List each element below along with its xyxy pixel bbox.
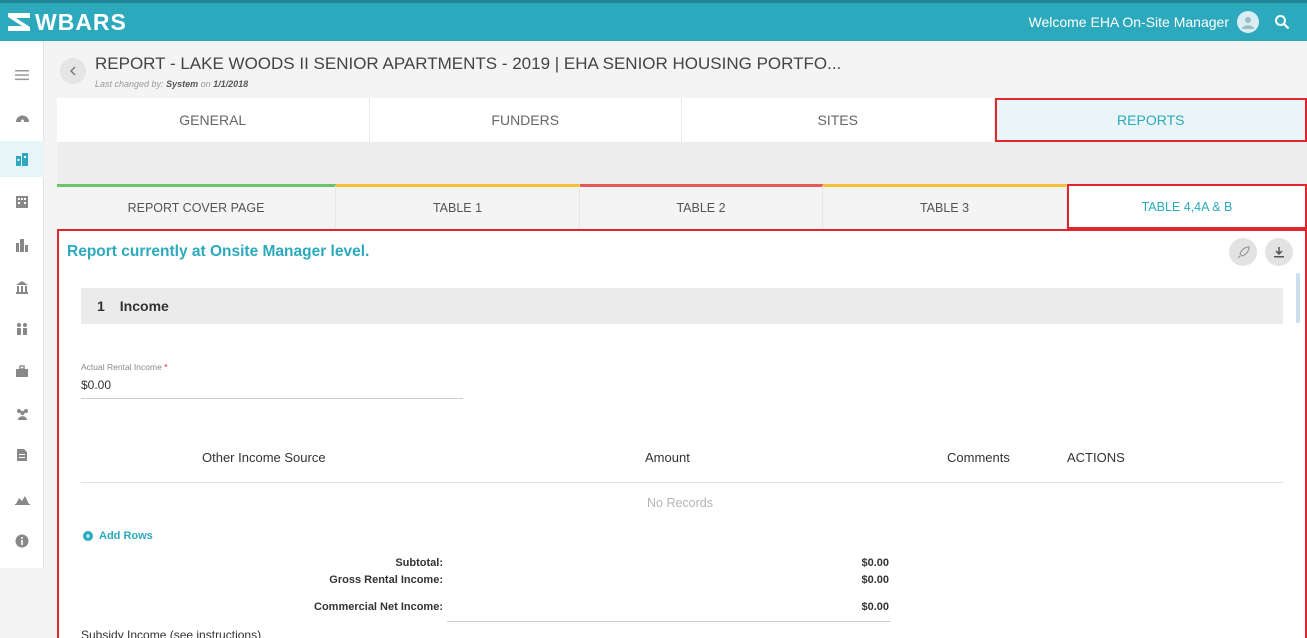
bank-icon: [16, 281, 28, 294]
add-rows-button[interactable]: + Add Rows: [83, 530, 153, 542]
search-button[interactable]: [1267, 7, 1297, 37]
sidebar-item-city[interactable]: [0, 227, 44, 263]
chevron-left-icon: [70, 66, 76, 76]
col-header-other-income-source: Other Income Source: [202, 450, 326, 465]
sidebar-item-reports[interactable]: [0, 481, 44, 517]
last-changed-prefix: Last changed by:: [95, 79, 167, 89]
scrollbar[interactable]: [1296, 273, 1300, 323]
add-rows-label: Add Rows: [99, 530, 153, 542]
subsidy-income-label: Subsidy Income (see instructions): [81, 628, 262, 638]
main-tabs: GENERAL FUNDERS SITES REPORTS: [57, 98, 1307, 142]
section-header-income: 1 Income: [81, 288, 1283, 324]
tab-table-1[interactable]: TABLE 1: [336, 184, 580, 229]
tab-funders[interactable]: FUNDERS: [370, 98, 682, 142]
building-icon: [16, 196, 28, 208]
users-icon: [16, 408, 28, 420]
rocket-icon: [1237, 245, 1250, 258]
avatar[interactable]: [1237, 11, 1259, 33]
city-icon: [16, 239, 28, 252]
family-icon: [17, 323, 27, 335]
last-changed-info: Last changed by: System on 1/1/2018: [95, 79, 248, 89]
no-records-text: No Records: [647, 496, 713, 510]
actual-rental-income-label: Actual Rental Income *: [81, 362, 167, 372]
last-changed-user: System: [166, 79, 199, 89]
logo-text: WBARS: [35, 8, 127, 35]
col-header-actions: ACTIONS: [1067, 450, 1125, 465]
app-logo[interactable]: WBARS: [6, 9, 127, 36]
tab-report-cover-page[interactable]: REPORT COVER PAGE: [57, 184, 336, 229]
properties-icon: [16, 153, 28, 166]
tab-table-3[interactable]: TABLE 3: [823, 184, 1067, 229]
plus-circle-icon: +: [83, 531, 93, 541]
document-icon: [17, 449, 27, 461]
sidebar-item-properties[interactable]: [0, 141, 44, 177]
chart-icon: [14, 496, 30, 505]
table-divider: [81, 482, 1283, 483]
page-header: REPORT - LAKE WOODS II SENIOR APARTMENTS…: [57, 52, 1307, 96]
search-icon: [1275, 15, 1290, 30]
last-changed-date: 1/1/2018: [213, 79, 249, 89]
commercial-net-income-value: $0.00: [861, 601, 889, 613]
sidebar-item-buildings[interactable]: [0, 183, 44, 219]
dashboard-icon: [15, 115, 29, 122]
sidebar-item-documents[interactable]: [0, 437, 44, 473]
tab-general[interactable]: GENERAL: [57, 98, 370, 142]
required-mark: *: [164, 362, 168, 372]
sidebar-item-family[interactable]: [0, 311, 44, 347]
tab-table-4[interactable]: TABLE 4,4A & B: [1067, 184, 1307, 229]
download-button[interactable]: [1265, 238, 1293, 266]
tab-reports[interactable]: REPORTS: [994, 98, 1307, 142]
logo-icon: [6, 10, 32, 34]
last-changed-on: on: [198, 79, 214, 89]
section-title: Income: [119, 298, 169, 314]
submit-report-button[interactable]: [1229, 238, 1257, 266]
actual-rental-income-field[interactable]: $0.00: [81, 378, 463, 399]
tab-sites[interactable]: SITES: [682, 98, 995, 142]
col-header-comments: Comments: [947, 450, 1010, 465]
commercial-net-income-label: Commercial Net Income:: [314, 601, 443, 613]
tab-table-2[interactable]: TABLE 2: [580, 184, 823, 229]
commercial-net-income-underline: [447, 621, 891, 622]
report-sub-tabs: REPORT COVER PAGE TABLE 1 TABLE 2 TABLE …: [57, 184, 1307, 229]
report-panel: Report currently at Onsite Manager level…: [57, 229, 1307, 638]
report-status: Report currently at Onsite Manager level…: [67, 243, 370, 260]
top-bar: WBARS Welcome EHA On-Site Manager: [0, 0, 1307, 41]
subtotal-label: Subtotal:: [395, 557, 443, 569]
col-header-amount: Amount: [645, 450, 690, 465]
page-title: REPORT - LAKE WOODS II SENIOR APARTMENTS…: [95, 54, 842, 73]
field-label-text: Actual Rental Income: [81, 362, 162, 372]
menu-icon: [15, 70, 29, 81]
sidebar-item-info[interactable]: [0, 523, 44, 559]
sidebar-menu-button[interactable]: [0, 57, 44, 93]
gross-rental-income-label: Gross Rental Income:: [329, 574, 443, 586]
briefcase-icon: [16, 364, 28, 377]
subtotal-value: $0.00: [861, 557, 889, 569]
sidebar-item-bank[interactable]: [0, 269, 44, 305]
sidebar: [0, 41, 44, 568]
section-number: 1: [97, 298, 105, 314]
sidebar-item-dashboard[interactable]: [0, 99, 44, 135]
user-avatar-icon: [1242, 17, 1254, 29]
download-icon: [1274, 247, 1284, 258]
gross-rental-income-value: $0.00: [861, 574, 889, 586]
welcome-text: Welcome EHA On-Site Manager: [1028, 14, 1230, 30]
tab-strip: [57, 142, 1307, 184]
sidebar-item-briefcase[interactable]: [0, 353, 44, 389]
info-icon: [15, 534, 29, 548]
back-button[interactable]: [60, 58, 86, 84]
sidebar-item-users[interactable]: [0, 395, 44, 431]
